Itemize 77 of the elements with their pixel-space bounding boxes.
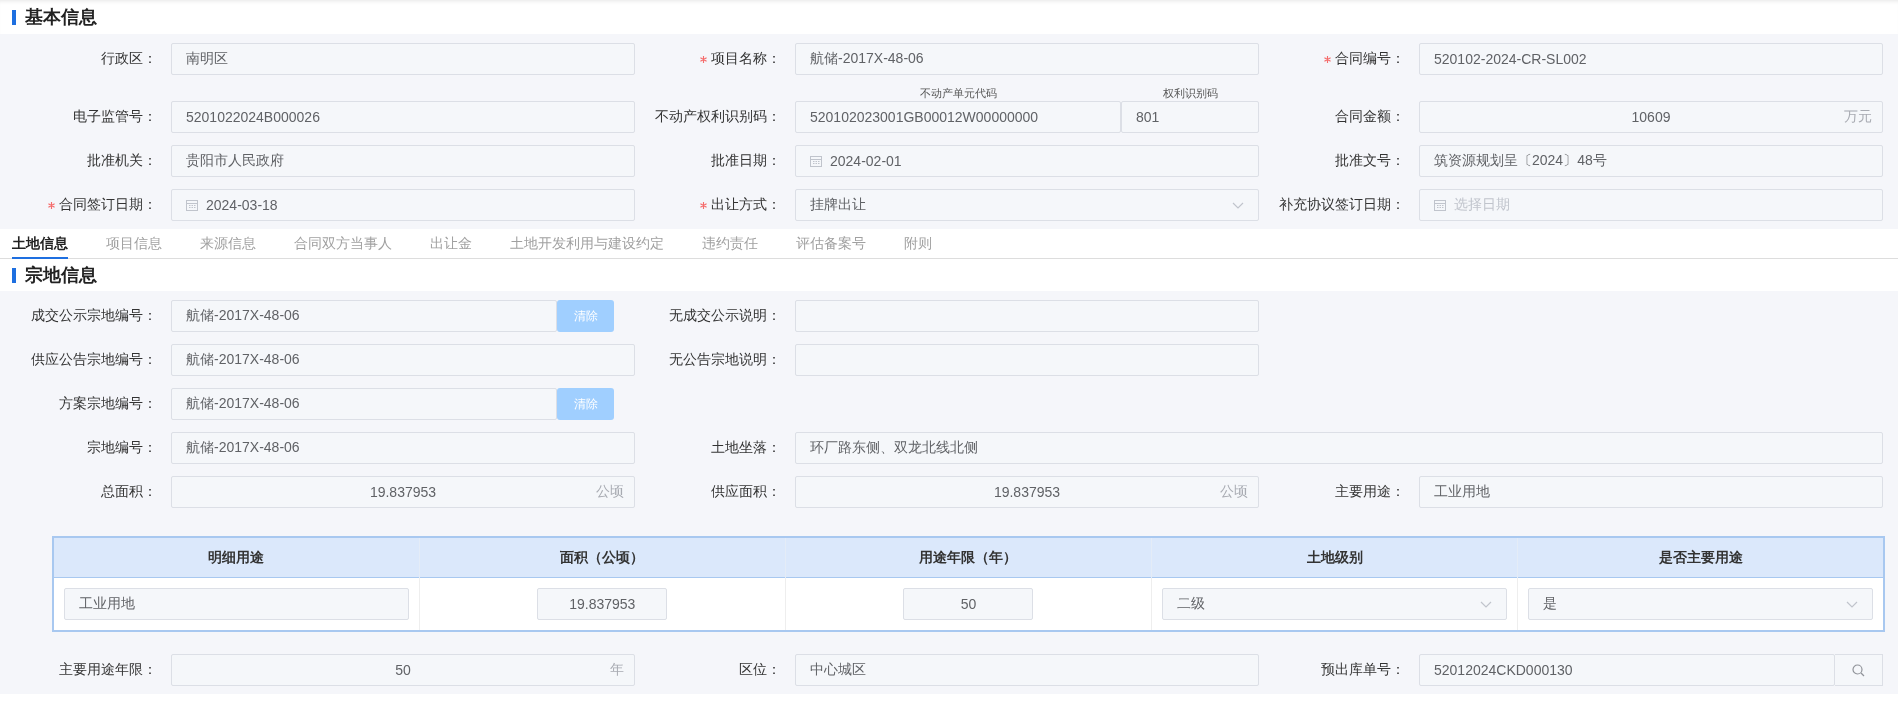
field-label: 区位： bbox=[739, 661, 781, 679]
field-label: 主要用途： bbox=[1335, 483, 1405, 501]
text-field[interactable]: 航储-2017X-48-06 bbox=[171, 300, 557, 332]
number-field[interactable]: 50 bbox=[903, 588, 1034, 620]
search-icon bbox=[1852, 663, 1865, 677]
field-label: 合同编号： bbox=[1335, 50, 1405, 68]
field-label: 供应面积： bbox=[711, 483, 781, 501]
calendar-icon bbox=[186, 199, 198, 211]
field-label: 批准文号： bbox=[1335, 152, 1405, 170]
search-button[interactable] bbox=[1835, 654, 1883, 686]
field-label: 无公告宗地说明： bbox=[669, 351, 781, 369]
text-field[interactable]: 航储-2017X-48-06 bbox=[171, 388, 557, 420]
number-field[interactable]: 19.837953 公顷 bbox=[171, 476, 635, 508]
field-label: 供应公告宗地编号： bbox=[31, 351, 157, 369]
text-field[interactable]: 520102023001GB00012W00000000 bbox=[795, 101, 1121, 133]
field-label: 出让方式： bbox=[711, 196, 781, 214]
field-label: 总面积： bbox=[101, 483, 157, 501]
text-field[interactable] bbox=[795, 344, 1259, 376]
text-field[interactable]: 801 bbox=[1121, 101, 1259, 133]
column-header: 面积（公顷） bbox=[419, 537, 786, 578]
field-label: 成交公示宗地编号： bbox=[31, 307, 157, 325]
field-label: 行政区： bbox=[101, 50, 157, 68]
section-title: 宗地信息 bbox=[25, 264, 97, 287]
text-field[interactable] bbox=[795, 300, 1259, 332]
text-field[interactable]: 中心城区 bbox=[795, 654, 1259, 686]
unit-label: 年 bbox=[610, 661, 624, 679]
field-label: 宗地编号： bbox=[87, 439, 157, 457]
text-field[interactable]: 航储-2017X-48-06 bbox=[171, 344, 635, 376]
select-field[interactable]: 挂牌出让 bbox=[795, 189, 1259, 221]
column-header: 明细用途 bbox=[53, 537, 420, 578]
section-title: 基本信息 bbox=[25, 6, 97, 29]
unit-label: 万元 bbox=[1844, 108, 1872, 126]
chevron-down-icon bbox=[1480, 600, 1493, 608]
field-caption: 不动产单元代码 bbox=[918, 87, 998, 99]
column-header: 用途年限（年） bbox=[785, 537, 1152, 578]
number-field[interactable]: 10609 万元 bbox=[1419, 101, 1883, 133]
field-label: 补充协议签订日期： bbox=[1279, 196, 1405, 214]
date-field[interactable]: 2024-02-01 bbox=[795, 145, 1259, 177]
number-field[interactable]: 50 年 bbox=[171, 654, 635, 686]
field-label: 项目名称： bbox=[711, 50, 781, 68]
number-field[interactable]: 19.837953 bbox=[537, 588, 668, 620]
field-label: 土地坐落： bbox=[711, 439, 781, 457]
field-label: 主要用途年限： bbox=[59, 661, 157, 679]
text-field[interactable]: 贵阳市人民政府 bbox=[171, 145, 635, 177]
field-label: 预出库单号： bbox=[1321, 661, 1405, 679]
calendar-icon bbox=[810, 155, 822, 167]
unit-label: 公顷 bbox=[596, 483, 624, 501]
unit-label: 公顷 bbox=[1220, 483, 1248, 501]
column-header: 是否主要用途 bbox=[1517, 537, 1884, 578]
field-label: 不动产权利识别码： bbox=[655, 108, 781, 126]
text-field[interactable]: 航储-2017X-48-06 bbox=[171, 432, 635, 464]
text-field[interactable]: 航储-2017X-48-06 bbox=[795, 43, 1259, 75]
number-field[interactable]: 19.837953 公顷 bbox=[795, 476, 1259, 508]
field-caption: 权利识别码 bbox=[1161, 87, 1219, 99]
field-label: 批准机关： bbox=[87, 152, 157, 170]
tab[interactable]: 土地信息 bbox=[12, 235, 68, 259]
field-label: 合同金额： bbox=[1335, 108, 1405, 126]
select-field[interactable]: 二级 bbox=[1162, 588, 1508, 620]
text-field[interactable]: 工业用地 bbox=[1419, 476, 1883, 508]
field-label: 无成交公示说明： bbox=[669, 307, 781, 325]
text-field[interactable]: 5201022024B000026 bbox=[171, 101, 635, 133]
text-field[interactable]: 工业用地 bbox=[64, 588, 409, 620]
column-header: 土地级别 bbox=[1151, 537, 1518, 578]
field-label: 方案宗地编号： bbox=[59, 395, 157, 413]
text-field[interactable]: 52012024CKD000130 bbox=[1419, 654, 1835, 686]
text-field[interactable]: 南明区 bbox=[171, 43, 635, 75]
chevron-down-icon bbox=[1846, 600, 1858, 608]
field-label: 批准日期： bbox=[711, 152, 781, 170]
text-field[interactable]: 环厂路东侧、双龙北线北侧 bbox=[795, 432, 1883, 464]
field-label: 电子监管号： bbox=[73, 108, 157, 126]
chevron-down-icon bbox=[1232, 201, 1244, 209]
text-field[interactable]: 筑资源规划呈〔2024〕48号 bbox=[1419, 145, 1883, 177]
field-label: 合同签订日期： bbox=[59, 196, 157, 214]
calendar-icon bbox=[1434, 199, 1446, 211]
date-field[interactable]: 2024-03-18 bbox=[171, 189, 635, 221]
select-field[interactable]: 是 bbox=[1528, 588, 1873, 620]
text-field[interactable]: 520102-2024-CR-SL002 bbox=[1419, 43, 1883, 75]
